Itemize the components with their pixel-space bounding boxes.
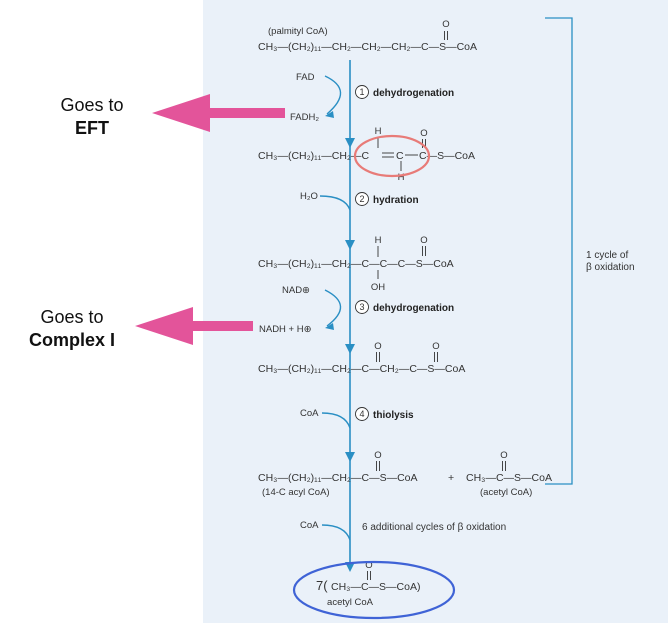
coa-curve-arrow-2	[321, 524, 351, 541]
svg-text:2: 2	[359, 194, 364, 204]
cycle-bracket	[545, 17, 573, 485]
fadh2-label: FADH₂	[290, 112, 319, 123]
complex-i-arrow	[135, 307, 253, 345]
eft-annotation-line1: Goes to	[60, 95, 123, 115]
nadh-label: NADH + H⊕	[259, 324, 312, 335]
svg-text:1: 1	[359, 87, 364, 97]
complex-i-annotation-line2: Complex I	[29, 330, 115, 350]
water-label: H₂O	[300, 191, 318, 202]
enoyl-h-top: H	[375, 126, 382, 137]
cycle-label-line2: β oxidation	[586, 262, 635, 273]
palmitoyl-coa-label: (palmityl CoA)	[268, 26, 328, 37]
hydroxy-oh: OH	[371, 282, 385, 293]
ketoacyl-coa: CH₃—(CH₂)₁₁—CH₂—C—CH₂—C—S—CoA	[258, 363, 465, 375]
eft-arrow	[152, 94, 285, 132]
step-3-label: dehydrogenation	[373, 303, 454, 314]
svg-text:O: O	[500, 450, 507, 461]
acetyl-coa: CH₃—C—S—CoA	[466, 472, 552, 484]
enoyl-coa-double-carbon: C	[396, 150, 404, 162]
hydroxyacyl-coa: CH₃—(CH₂)₁₁—CH₂—C—C—C—S—CoA	[258, 258, 454, 270]
cycle-label-line1: 1 cycle of	[586, 250, 628, 261]
coa-label-2: CoA	[300, 520, 319, 531]
step-1-marker: 1	[355, 85, 369, 99]
additional-cycles-label: 6 additional cycles of β oxidation	[362, 522, 506, 533]
svg-text:O: O	[432, 341, 439, 352]
enoyl-coa-left: CH₃—(CH₂)₁₁—CH₂—C	[258, 150, 370, 162]
carbonyl-3: O	[420, 235, 428, 256]
enoyl-h-bottom: H	[398, 172, 405, 183]
hydroxy-h: H	[375, 235, 382, 246]
final-acetyl-coa-label: acetyl CoA	[327, 597, 374, 608]
nad-curve-arrow	[324, 289, 342, 327]
step-3-marker: 3	[355, 300, 369, 314]
step-4-label: thiolysis	[373, 410, 414, 421]
svg-text:O: O	[374, 450, 381, 461]
svg-text:O: O	[420, 235, 427, 246]
step-2-label: hydration	[373, 195, 419, 206]
svg-text:3: 3	[359, 302, 364, 312]
coa-label-1: CoA	[300, 408, 319, 419]
svg-text:4: 4	[359, 409, 364, 419]
palmitoyl-coa: CH₃—(CH₂)₁₁—CH₂—CH₂—CH₂—C—S—CoA	[258, 41, 477, 53]
carbonyl-4: O	[374, 341, 382, 362]
eft-annotation-line2: EFT	[75, 118, 109, 138]
final-coefficient: 7(	[316, 578, 328, 593]
nad-label: NAD⊕	[282, 285, 310, 296]
carbonyl-1: O	[442, 19, 450, 40]
final-acetyl-coa: CH₃—C—S—CoA)	[331, 581, 420, 593]
svg-text:O: O	[442, 19, 449, 30]
carbonyl-5: O	[432, 341, 440, 362]
step-1-label: dehydrogenation	[373, 88, 454, 99]
complex-i-annotation-line1: Goes to	[40, 307, 103, 327]
acyl14-coa-label: (14-C acyl CoA)	[262, 487, 330, 498]
plus-sign: +	[448, 472, 454, 484]
svg-text:O: O	[420, 128, 427, 139]
svg-text:O: O	[374, 341, 381, 352]
water-curve-arrow	[319, 195, 351, 211]
step-2-marker: 2	[355, 192, 369, 206]
fad-curve-arrow	[324, 75, 342, 115]
beta-oxidation-diagram: 1 dehydrogenation 2 hydration 3 dehydrog…	[29, 17, 635, 620]
carbonyl-7: O	[500, 450, 508, 471]
acetyl-coa-label: (acetyl CoA)	[480, 487, 532, 498]
fad-label: FAD	[296, 72, 315, 83]
carbonyl-6: O	[374, 450, 382, 471]
coa-curve-arrow-1	[321, 412, 351, 429]
step-4-marker: 4	[355, 407, 369, 421]
acyl14-coa: CH₃—(CH₂)₁₁—CH₂—C—S—CoA	[258, 472, 418, 484]
